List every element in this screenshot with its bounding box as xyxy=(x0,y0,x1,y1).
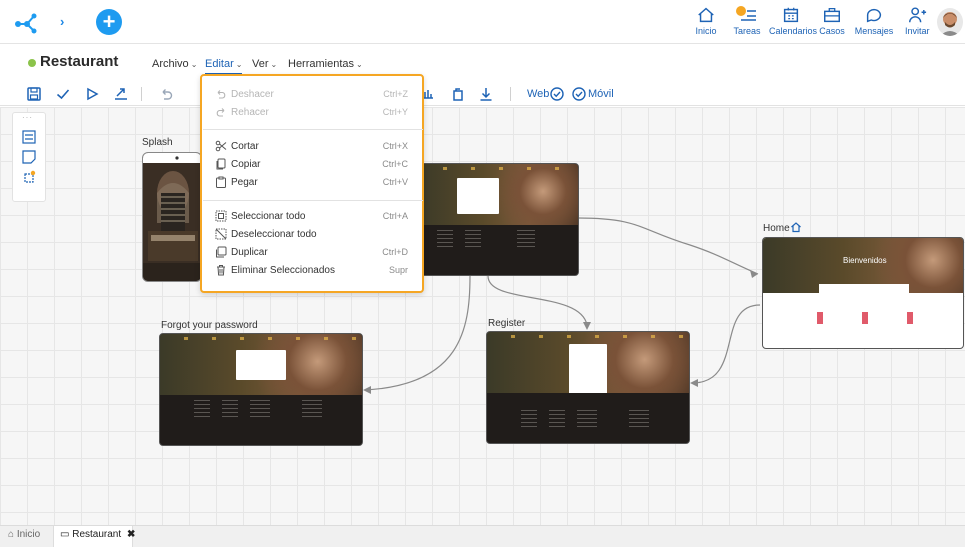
light-string-decoration xyxy=(419,167,578,170)
edit-menu-dropdown: Deshacer Ctrl+Z Rehacer Ctrl+Y Cortar Ct… xyxy=(200,74,424,293)
arrow-head-icon xyxy=(363,386,371,394)
shortcut-label: Ctrl+C xyxy=(382,159,408,169)
shortcut-label: Supr xyxy=(388,265,408,275)
screen-thumbnail-login[interactable] xyxy=(418,163,579,276)
arrow-head-icon xyxy=(690,379,698,387)
footer-links xyxy=(549,410,565,430)
shortcut-label: Ctrl+X xyxy=(382,141,408,151)
tab-restaurant-label: Restaurant xyxy=(72,529,122,540)
duplicate-icon xyxy=(216,246,227,258)
shortcut-label: Ctrl+A xyxy=(382,211,408,221)
menu-item-label: Seleccionar todo xyxy=(231,211,306,222)
footer-links xyxy=(629,410,649,430)
screen-thumbnail-splash[interactable] xyxy=(142,152,202,282)
paste-icon xyxy=(216,176,226,188)
shortcut-label: Ctrl+V xyxy=(382,177,408,187)
redo-icon xyxy=(216,108,225,117)
tab-inicio[interactable]: ⌂ Inicio xyxy=(8,529,40,540)
menu-item-label: Eliminar Seleccionados xyxy=(231,265,335,276)
footer-links xyxy=(250,400,270,420)
select-all-icon xyxy=(215,210,227,222)
home-icon: ⌂ xyxy=(8,529,15,540)
arrow-head-icon xyxy=(750,270,758,278)
connector-line xyxy=(364,275,471,391)
footer-links xyxy=(222,400,238,420)
menu-item-label: Deseleccionar todo xyxy=(231,229,317,240)
menu-item-undo[interactable]: Deshacer Ctrl+Z xyxy=(202,86,422,104)
form-card xyxy=(236,350,286,380)
menu-item-label: Copiar xyxy=(231,159,261,170)
menu-item-delete-selected[interactable]: Eliminar Seleccionados Supr xyxy=(202,262,422,280)
footer-links xyxy=(465,230,481,250)
menu-item-duplicate[interactable]: Duplicar Ctrl+D xyxy=(202,244,422,262)
copy-icon xyxy=(216,158,226,170)
shortcut-label: Ctrl+Z xyxy=(383,89,408,99)
page-icon: ▭ xyxy=(60,529,70,540)
footer-links xyxy=(194,400,210,420)
arrow-head-icon xyxy=(583,322,591,330)
process-element-icon[interactable] xyxy=(22,170,36,184)
menu-divider xyxy=(203,200,423,201)
footer-links xyxy=(577,410,597,430)
screen-thumbnail-home[interactable]: Bienvenidos xyxy=(762,237,964,349)
tab-inicio-label: Inicio xyxy=(16,529,41,540)
connector-line xyxy=(691,304,761,384)
info-card xyxy=(819,284,909,298)
menu-item-label: Duplicar xyxy=(231,247,268,258)
splash-image xyxy=(143,153,201,281)
form-element-icon[interactable] xyxy=(22,130,36,144)
node-label-splash: Splash xyxy=(142,137,173,148)
footer-links xyxy=(437,230,453,250)
shortcut-label: Ctrl+D xyxy=(382,247,408,257)
menu-item-label: Deshacer xyxy=(231,89,274,100)
scissors-icon xyxy=(215,140,227,152)
screen-thumbnail-forgot-password[interactable] xyxy=(159,333,363,446)
deselect-all-icon xyxy=(215,228,227,240)
menu-item-deselect-all[interactable]: Deseleccionar todo xyxy=(202,226,422,244)
trash-icon xyxy=(217,265,225,276)
footer-links xyxy=(521,410,537,430)
footer-links xyxy=(302,400,322,420)
menu-item-cut[interactable]: Cortar Ctrl+X xyxy=(202,138,422,156)
feature-icons xyxy=(799,312,929,324)
footer-links xyxy=(517,230,535,250)
hero-title: Bienvenidos xyxy=(843,256,887,265)
menu-item-redo[interactable]: Rehacer Ctrl+Y xyxy=(202,104,422,122)
menu-item-label: Cortar xyxy=(231,141,259,152)
node-label-home: Home xyxy=(763,223,790,234)
menu-item-copy[interactable]: Copiar Ctrl+C xyxy=(202,156,422,174)
form-card xyxy=(457,178,499,214)
panel-element-icon[interactable] xyxy=(22,150,36,164)
close-tab-icon[interactable]: ✖ xyxy=(127,529,135,540)
node-label-register: Register xyxy=(488,318,526,329)
shortcut-label: Ctrl+Y xyxy=(382,107,408,117)
menu-item-paste[interactable]: Pegar Ctrl+V xyxy=(202,174,422,192)
light-string-decoration xyxy=(160,337,362,340)
palette-handle-icon[interactable]: ··· xyxy=(22,113,33,122)
menu-divider xyxy=(203,129,423,130)
connector-line xyxy=(577,217,759,275)
screen-thumbnail-register[interactable] xyxy=(486,331,690,444)
menu-item-label: Rehacer xyxy=(231,107,269,118)
tab-restaurant[interactable]: ▭ Restaurant ✖ xyxy=(60,529,135,540)
light-string-decoration xyxy=(487,335,689,338)
menu-item-label: Pegar xyxy=(231,177,258,188)
menu-item-select-all[interactable]: Seleccionar todo Ctrl+A xyxy=(202,208,422,226)
bottom-tab-bar xyxy=(0,525,965,547)
node-label-forgot-password: Forgot your password xyxy=(161,320,258,331)
home-icon xyxy=(791,222,801,233)
undo-icon xyxy=(217,90,226,99)
